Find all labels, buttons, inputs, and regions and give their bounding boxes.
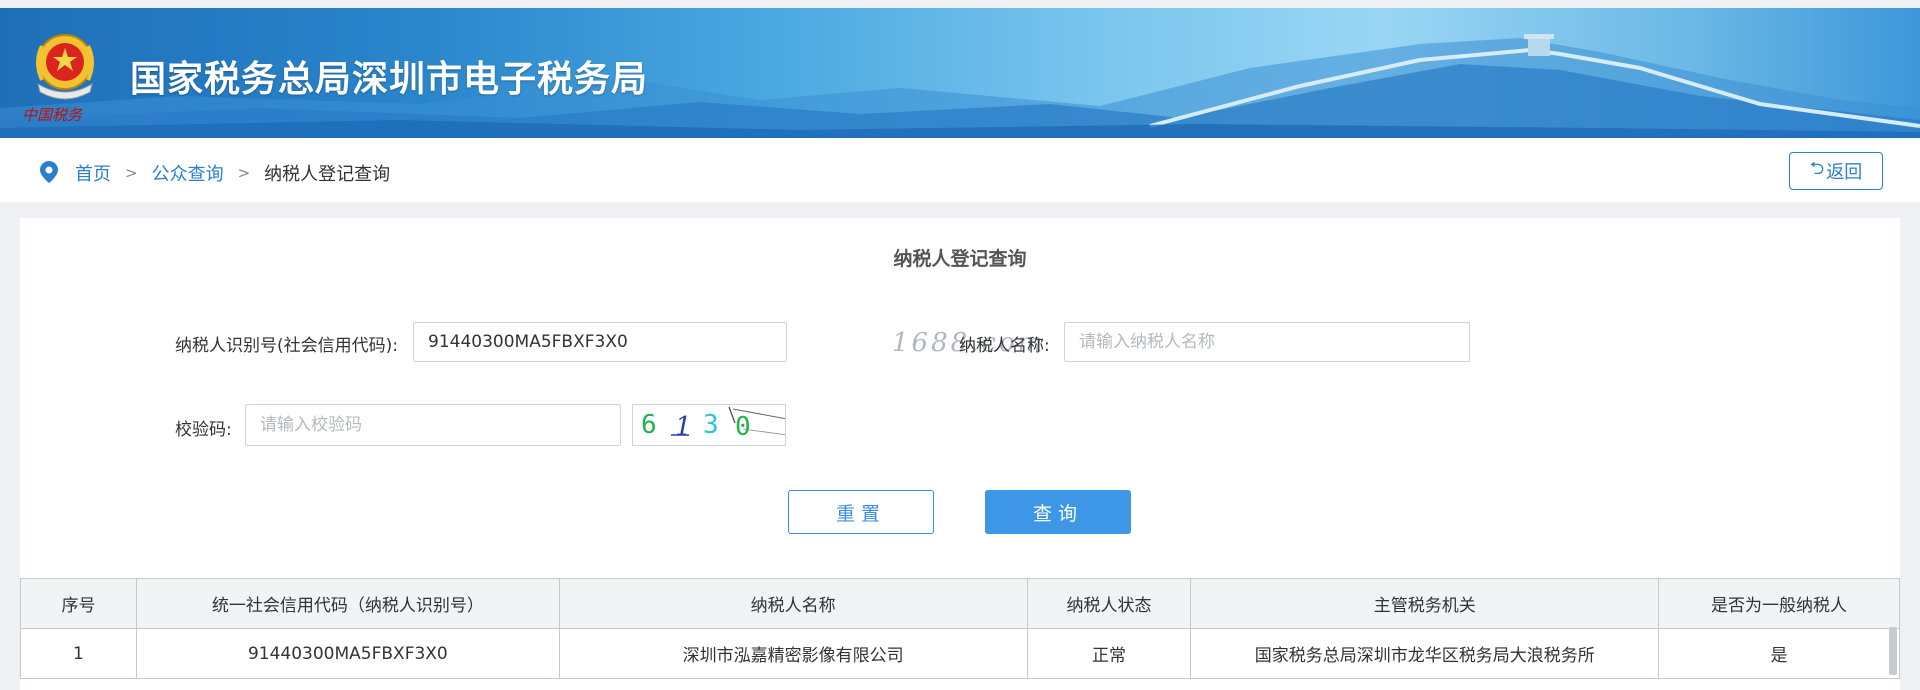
svg-text:3: 3 — [703, 410, 719, 440]
table-row: 1 91440300MA5FBXF3X0 深圳市泓嘉精密影像有限公司 正常 国家… — [20, 628, 1900, 679]
svg-text:6: 6 — [641, 410, 657, 440]
cell-credit-code: 91440300MA5FBXF3X0 — [135, 628, 560, 679]
site-title: 国家税务总局深圳市电子税务局 — [130, 59, 649, 100]
svg-text:1: 1 — [675, 412, 692, 442]
results-table: 序号 统一社会信用代码（纳税人识别号） 纳税人名称 纳税人状态 主管税务机关 是… — [20, 578, 1900, 679]
form-title: 纳税人登记查询 — [893, 248, 1027, 270]
table-scrollbar[interactable] — [1889, 627, 1897, 675]
emblem-caption: 中国税务 — [22, 106, 83, 124]
column-header-credit-code: 统一社会信用代码（纳税人识别号） — [135, 578, 560, 629]
breadcrumb-bar: 首页 > 公众查询 > 纳税人登记查询 ⮌ 返回 — [0, 138, 1920, 202]
cell-general-taxpayer: 是 — [1658, 628, 1900, 679]
captcha-graphic: 6 1 3 0 — [641, 406, 785, 442]
column-header-tax-authority: 主管税务机关 — [1190, 578, 1660, 629]
tax-emblem-icon — [36, 34, 94, 100]
breadcrumb: 首页 > 公众查询 > 纳税人登记查询 — [75, 160, 390, 186]
breadcrumb-current: 纳税人登记查询 — [264, 164, 391, 185]
header-banner: 中国税务 国家税务总局深圳市电子税务局 — [0, 8, 1920, 138]
verify-code-label: 校验码: — [175, 420, 232, 440]
location-pin-icon — [40, 161, 58, 183]
back-button[interactable]: ⮌ 返回 — [1789, 152, 1883, 190]
verify-code-input[interactable] — [245, 404, 621, 446]
breadcrumb-separator: > — [125, 164, 138, 182]
back-button-label: 返回 — [1826, 162, 1863, 183]
cell-taxpayer-name: 深圳市泓嘉精密影像有限公司 — [558, 628, 1028, 679]
reset-button[interactable]: 重置 — [788, 490, 934, 534]
taxpayer-name-input[interactable] — [1064, 322, 1470, 362]
taxpayer-name-label: 纳税人名称: — [959, 336, 1050, 356]
cell-tax-authority: 国家税务总局深圳市龙华区税务局大浪税务所 — [1190, 628, 1660, 679]
breadcrumb-home-link[interactable]: 首页 — [75, 160, 111, 186]
breadcrumb-public-query-link[interactable]: 公众查询 — [152, 160, 224, 186]
column-header-taxpayer-name: 纳税人名称 — [558, 578, 1028, 629]
column-header-general-taxpayer: 是否为一般纳税人 — [1658, 578, 1900, 629]
cell-index: 1 — [20, 628, 137, 679]
return-arrow-icon: ⮌ — [1809, 158, 1825, 179]
column-header-status: 纳税人状态 — [1026, 578, 1192, 629]
taxpayer-id-input[interactable] — [413, 322, 787, 362]
query-panel: 纳税人登记查询 纳税人识别号(社会信用代码): 1688.com 纳税人名称: … — [20, 218, 1900, 690]
breadcrumb-separator: > — [237, 164, 251, 182]
captcha-image[interactable]: 6 1 3 0 — [632, 404, 786, 446]
query-button[interactable]: 查询 — [985, 490, 1131, 534]
table-header-row: 序号 统一社会信用代码（纳税人识别号） 纳税人名称 纳税人状态 主管税务机关 是… — [20, 578, 1900, 629]
svg-text:0: 0 — [735, 412, 751, 442]
cell-status: 正常 — [1026, 628, 1192, 679]
column-header-index: 序号 — [20, 578, 137, 629]
taxpayer-id-label: 纳税人识别号(社会信用代码): — [175, 336, 398, 356]
